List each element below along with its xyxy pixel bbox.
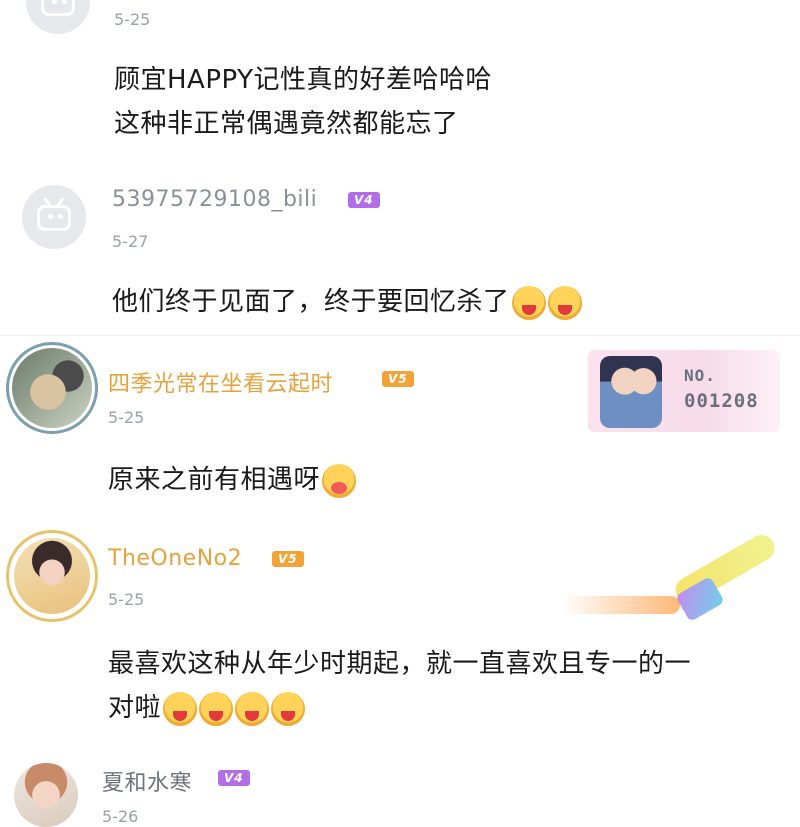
- crying-face-icon: [547, 285, 582, 320]
- level-badge: V4: [348, 192, 380, 208]
- comment-date: 5-27: [112, 232, 149, 251]
- avatar-pendant-icon: [6, 342, 98, 434]
- avatar[interactable]: [14, 763, 78, 827]
- comment-item: 四季光常在坐看云起时 V5 5-25 NO. 001208 原来之前有相遇呀: [0, 336, 800, 516]
- tv-icon: [41, 0, 75, 17]
- comment-text-content: 他们终于见面了，终于要回忆杀了: [112, 287, 510, 317]
- crying-face-icon: [199, 691, 234, 726]
- fan-card[interactable]: NO. 001208: [588, 350, 780, 432]
- crying-face-icon: [271, 691, 306, 726]
- avatar[interactable]: [26, 0, 90, 34]
- username[interactable]: 夏和水寒: [102, 765, 192, 797]
- comment-text-content: 对啦: [108, 693, 162, 723]
- fan-card-label: NO.: [684, 366, 716, 385]
- username[interactable]: TheOneNo2: [108, 546, 242, 571]
- paintbrush-icon: [560, 526, 780, 626]
- avatar-pendant-icon: [6, 530, 98, 622]
- comment-text: 原来之前有相遇呀: [108, 458, 357, 502]
- fan-card-character-icon: [600, 356, 662, 428]
- comment-item: 夏和水寒 V4 5-26: [0, 741, 800, 827]
- crying-face-icon: [235, 691, 270, 726]
- avatar[interactable]: [22, 185, 86, 249]
- comment-date: 5-25: [114, 10, 151, 29]
- comment-text-content: 原来之前有相遇呀: [108, 465, 321, 495]
- level-badge: V4: [218, 770, 250, 786]
- username[interactable]: 53975729108_bili: [112, 187, 317, 212]
- crying-face-icon: [163, 691, 198, 726]
- hug-face-icon: [322, 463, 357, 498]
- comment-date: 5-25: [108, 408, 145, 427]
- comment-text-line-with-emojis: 对啦: [108, 686, 306, 730]
- comment-item: 5-25 顾宜HAPPY记性真的好差哈哈哈 这种非正常偶遇竟然都能忘了: [0, 0, 800, 170]
- level-badge: V5: [382, 371, 414, 387]
- tv-icon: [37, 205, 71, 232]
- comment-text-line: 这种非正常偶遇竟然都能忘了: [114, 109, 459, 139]
- comment-date: 5-26: [102, 807, 139, 826]
- fan-card-number: 001208: [684, 390, 759, 412]
- comment-text-line: 顾宜HAPPY记性真的好差哈哈哈: [114, 65, 493, 95]
- comment-item: TheOneNo2 V5 5-25 最喜欢这种从年少时期起，就一直喜欢且专一的一…: [0, 516, 800, 741]
- crying-face-icon: [511, 285, 546, 320]
- comment-text-line: 最喜欢这种从年少时期起，就一直喜欢且专一的一: [108, 649, 692, 679]
- level-badge: V5: [272, 551, 304, 567]
- username[interactable]: 四季光常在坐看云起时: [108, 366, 333, 398]
- comment-text: 他们终于见面了，终于要回忆杀了: [112, 280, 582, 324]
- comment-date: 5-25: [108, 590, 145, 609]
- comment-item: 53975729108_bili V4 5-27 他们终于见面了，终于要回忆杀了: [0, 170, 800, 335]
